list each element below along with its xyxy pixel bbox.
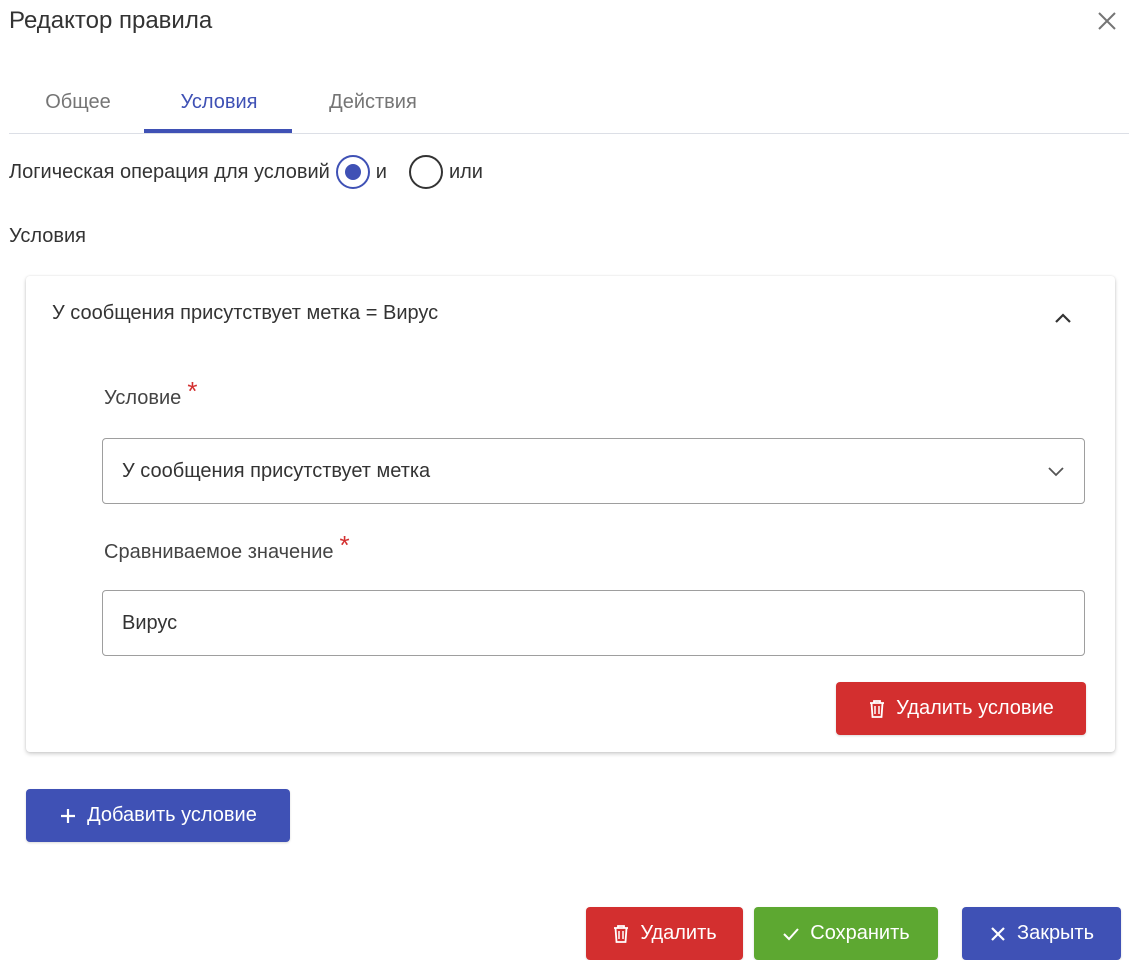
- close-label: Закрыть: [1016, 922, 1095, 944]
- condition-field-label: Условие *: [104, 376, 197, 411]
- save-label: Сохранить: [810, 922, 910, 944]
- delete-condition-label: Удалить условие: [896, 697, 1054, 719]
- tab-general[interactable]: Общее: [35, 76, 121, 133]
- add-condition-label: Добавить условие: [87, 804, 257, 826]
- save-button[interactable]: Сохранить: [754, 907, 938, 960]
- add-condition-button[interactable]: Добавить условие: [26, 789, 290, 842]
- chevron-down-icon: [1044, 459, 1068, 483]
- radio-or[interactable]: или: [408, 155, 483, 189]
- compare-value-input[interactable]: [102, 590, 1085, 656]
- delete-condition-button[interactable]: Удалить условие: [836, 682, 1086, 735]
- conditions-section-title: Условия: [9, 225, 87, 247]
- condition-select[interactable]: У сообщения присутствует метка: [102, 438, 1085, 504]
- trash-icon: [612, 924, 630, 944]
- tab-actions[interactable]: Действия: [320, 76, 426, 133]
- condition-summary[interactable]: У сообщения присутствует метка = Вирус: [52, 302, 438, 325]
- compare-field-label: Сравниваемое значение *: [104, 530, 350, 565]
- active-tab-indicator: [144, 129, 292, 133]
- close-icon[interactable]: [1094, 8, 1120, 34]
- check-icon: [782, 926, 800, 942]
- radio-or-label: или: [448, 160, 483, 183]
- delete-button[interactable]: Удалить: [586, 907, 743, 960]
- required-asterisk: *: [339, 530, 350, 560]
- logic-operation-row: Логическая операция для условий и или: [9, 154, 483, 190]
- plus-icon: [59, 807, 77, 825]
- tab-bar: Общее Условия Действия: [9, 76, 1129, 134]
- condition-panel: У сообщения присутствует метка = Вирус У…: [26, 276, 1115, 752]
- radio-and-label: и: [375, 160, 387, 183]
- radio-or-circle[interactable]: [408, 155, 443, 189]
- logic-operation-label: Логическая операция для условий: [9, 160, 330, 183]
- radio-and[interactable]: и: [335, 155, 409, 189]
- close-button[interactable]: Закрыть: [962, 907, 1121, 960]
- delete-label: Удалить: [640, 922, 717, 944]
- dialog-title: Редактор правила: [9, 7, 213, 34]
- required-asterisk: *: [187, 376, 198, 406]
- condition-select-value: У сообщения присутствует метка: [122, 460, 431, 482]
- radio-and-circle[interactable]: [335, 155, 370, 189]
- close-icon: [989, 925, 1007, 943]
- trash-icon: [868, 699, 886, 719]
- condition-label-text: Условие: [104, 387, 182, 409]
- tab-conditions[interactable]: Условия: [164, 76, 274, 133]
- compare-label-text: Сравниваемое значение: [104, 541, 334, 563]
- chevron-up-icon[interactable]: [1050, 306, 1076, 332]
